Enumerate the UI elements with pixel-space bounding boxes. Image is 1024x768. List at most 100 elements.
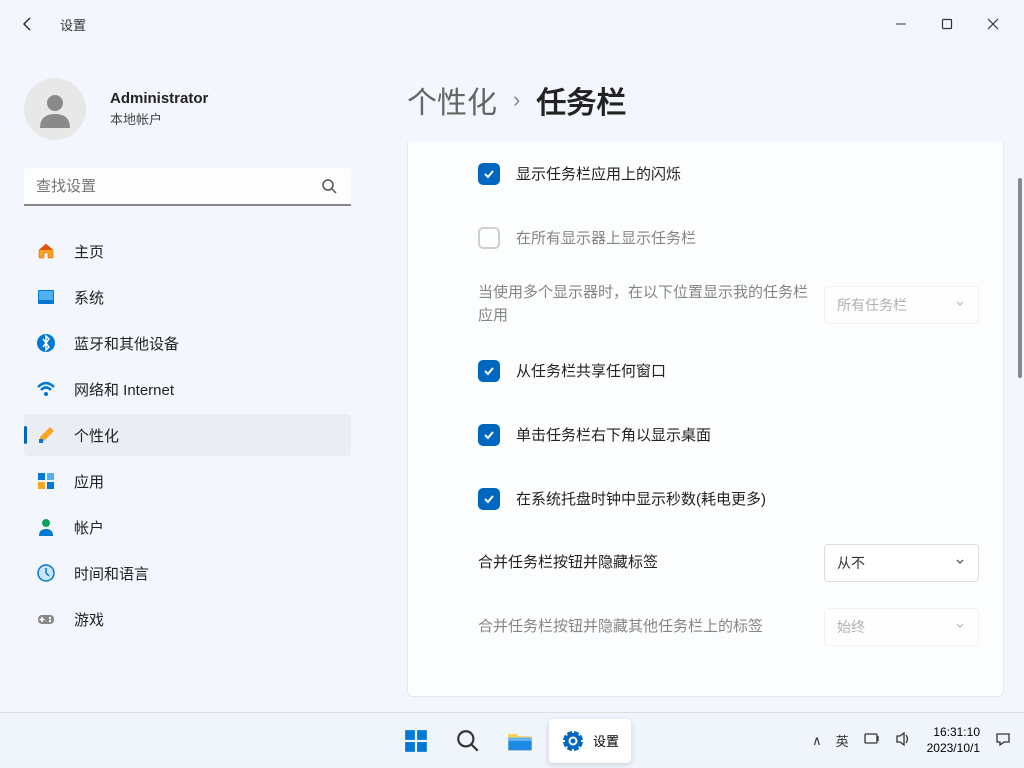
setting-row: 合并任务栏按钮并隐藏标签从不 xyxy=(478,531,1003,595)
dropdown-value: 始终 xyxy=(837,617,865,637)
dropdown-value: 所有任务栏 xyxy=(837,295,907,315)
window-controls xyxy=(878,8,1016,40)
setting-label: 当使用多个显示器时，在以下位置显示我的任务栏应用 xyxy=(478,282,824,327)
setting-label: 显示任务栏应用上的闪烁 xyxy=(516,164,979,185)
tray-ime[interactable]: 英 xyxy=(836,731,849,750)
sidebar-item-label: 帐户 xyxy=(74,517,104,538)
sidebar-item-label: 主页 xyxy=(74,241,104,262)
chevron-down-icon xyxy=(954,554,966,572)
setting-label: 合并任务栏按钮并隐藏标签 xyxy=(478,552,824,575)
dropdown[interactable]: 从不 xyxy=(824,544,979,582)
windows-icon xyxy=(403,728,429,754)
sidebar-item-label: 游戏 xyxy=(74,609,104,630)
close-button[interactable] xyxy=(970,8,1016,40)
setting-label: 在系统托盘时钟中显示秒数(耗电更多) xyxy=(516,489,979,510)
setting-row: 在所有显示器上显示任务栏 xyxy=(478,206,1003,270)
sidebar-item-label: 个性化 xyxy=(74,425,119,446)
setting-label: 从任务栏共享任何窗口 xyxy=(516,361,979,382)
gear-icon xyxy=(561,729,585,753)
taskbar-clock[interactable]: 16:31:10 2023/10/1 xyxy=(927,725,980,756)
taskbar-center: 设置 xyxy=(393,719,631,763)
folder-icon xyxy=(506,727,534,755)
back-button[interactable] xyxy=(8,4,48,44)
minimize-button[interactable] xyxy=(878,8,924,40)
sidebar-item-label: 应用 xyxy=(74,471,104,492)
sidebar-item-label: 时间和语言 xyxy=(74,563,149,584)
apps-icon xyxy=(36,471,56,491)
content-area: 个性化 › 任务栏 显示任务栏应用上的闪烁在所有显示器上显示任务栏当使用多个显示… xyxy=(375,48,1024,712)
setting-row: 单击任务栏右下角以显示桌面 xyxy=(478,403,1003,467)
clock-time: 16:31:10 xyxy=(927,725,980,741)
dropdown: 始终 xyxy=(824,608,979,646)
dropdown: 所有任务栏 xyxy=(824,286,979,324)
avatar xyxy=(24,78,86,140)
chevron-right-icon: › xyxy=(513,87,520,113)
taskbar-right: ∧ 英 16:31:10 2023/10/1 xyxy=(800,725,1024,756)
search-box xyxy=(24,168,351,206)
tray-chevron[interactable]: ∧ xyxy=(812,733,822,749)
checkbox xyxy=(478,227,500,249)
setting-row: 显示任务栏应用上的闪烁 xyxy=(478,142,1003,206)
sidebar-item-network[interactable]: 网络和 Internet xyxy=(24,368,351,410)
system-icon xyxy=(36,287,56,307)
setting-row: 在系统托盘时钟中显示秒数(耗电更多) xyxy=(478,467,1003,531)
wifi-icon xyxy=(36,379,56,399)
sidebar-item-time[interactable]: 时间和语言 xyxy=(24,552,351,594)
sidebar: Administrator 本地帐户 主页系统蓝牙和其他设备网络和 Intern… xyxy=(0,48,375,712)
taskbar: 设置 ∧ 英 16:31:10 2023/10/1 xyxy=(0,712,1024,768)
chevron-down-icon xyxy=(954,296,966,314)
tray-notifications-icon[interactable] xyxy=(994,730,1012,751)
sidebar-item-personalize[interactable]: 个性化 xyxy=(24,414,351,456)
breadcrumb-parent[interactable]: 个性化 xyxy=(407,78,497,122)
dropdown-value: 从不 xyxy=(837,553,865,573)
nav-list: 主页系统蓝牙和其他设备网络和 Internet 个性化应用帐户时间和语言游戏 xyxy=(24,226,351,712)
sidebar-item-home[interactable]: 主页 xyxy=(24,230,351,272)
tray-network-icon[interactable] xyxy=(863,730,881,751)
sidebar-item-label: 系统 xyxy=(74,287,104,308)
setting-row: 当使用多个显示器时，在以下位置显示我的任务栏应用所有任务栏 xyxy=(478,270,1003,339)
settings-panel: 显示任务栏应用上的闪烁在所有显示器上显示任务栏当使用多个显示器时，在以下位置显示… xyxy=(407,142,1004,697)
maximize-button[interactable] xyxy=(924,8,970,40)
search-icon xyxy=(455,728,481,754)
setting-label: 合并任务栏按钮并隐藏其他任务栏上的标签 xyxy=(478,616,824,639)
bluetooth-icon xyxy=(36,333,56,353)
taskbar-explorer[interactable] xyxy=(497,719,543,763)
search-input[interactable] xyxy=(24,168,351,206)
main-area: Administrator 本地帐户 主页系统蓝牙和其他设备网络和 Intern… xyxy=(0,48,1024,712)
setting-row: 从任务栏共享任何窗口 xyxy=(478,339,1003,403)
sidebar-item-accounts[interactable]: 帐户 xyxy=(24,506,351,548)
checkbox[interactable] xyxy=(478,360,500,382)
checkbox[interactable] xyxy=(478,163,500,185)
gamepad-icon xyxy=(36,609,56,629)
sidebar-item-bluetooth[interactable]: 蓝牙和其他设备 xyxy=(24,322,351,364)
taskbar-settings-active[interactable]: 设置 xyxy=(549,719,631,763)
sidebar-item-apps[interactable]: 应用 xyxy=(24,460,351,502)
setting-label: 在所有显示器上显示任务栏 xyxy=(516,228,979,249)
sidebar-item-gaming[interactable]: 游戏 xyxy=(24,598,351,640)
breadcrumb: 个性化 › 任务栏 xyxy=(407,78,1004,122)
person-icon xyxy=(36,517,56,537)
tray-volume-icon[interactable] xyxy=(895,730,913,751)
start-button[interactable] xyxy=(393,719,439,763)
search-icon xyxy=(321,178,337,194)
taskbar-active-label: 设置 xyxy=(593,731,619,750)
user-type: 本地帐户 xyxy=(110,109,208,128)
checkbox[interactable] xyxy=(478,424,500,446)
clock-icon xyxy=(36,563,56,583)
app-title: 设置 xyxy=(60,15,86,34)
scrollbar-thumb[interactable] xyxy=(1018,178,1022,378)
taskbar-search[interactable] xyxy=(445,719,491,763)
sidebar-item-label: 蓝牙和其他设备 xyxy=(74,333,179,354)
clock-date: 2023/10/1 xyxy=(927,741,980,757)
user-name: Administrator xyxy=(110,90,208,107)
chevron-down-icon xyxy=(954,618,966,636)
arrow-left-icon xyxy=(20,16,36,32)
brush-icon xyxy=(36,425,56,445)
checkbox[interactable] xyxy=(478,488,500,510)
setting-row: 合并任务栏按钮并隐藏其他任务栏上的标签始终 xyxy=(478,595,1003,659)
user-section[interactable]: Administrator 本地帐户 xyxy=(24,48,351,160)
user-info: Administrator 本地帐户 xyxy=(110,90,208,128)
sidebar-item-system[interactable]: 系统 xyxy=(24,276,351,318)
titlebar: 设置 xyxy=(0,0,1024,48)
breadcrumb-current: 任务栏 xyxy=(536,78,626,122)
